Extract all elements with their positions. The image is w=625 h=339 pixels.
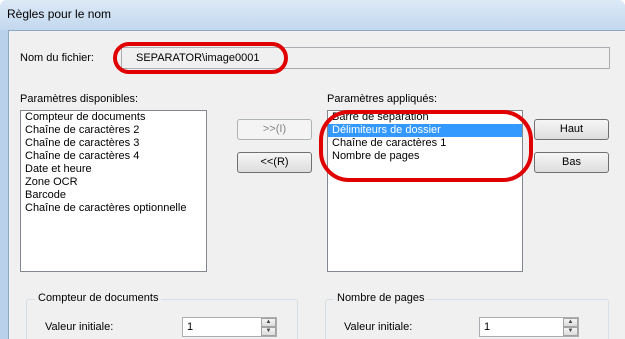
window-title: Règles pour le nom: [7, 7, 112, 21]
spin-down-icon[interactable]: ▼: [563, 327, 578, 336]
available-list-item[interactable]: Zone OCR: [21, 176, 206, 189]
move-down-button[interactable]: Bas: [534, 152, 609, 173]
title-bar[interactable]: Règles pour le nom: [0, 0, 625, 30]
page-count-spinner: ▲ ▼: [563, 318, 578, 336]
doc-counter-initial-value: 1: [187, 321, 194, 333]
available-list-item[interactable]: Compteur de documents: [21, 111, 206, 124]
available-list-item[interactable]: Chaîne de caractères optionnelle: [21, 202, 206, 215]
filename-value: SEPARATOR\image0001: [136, 52, 260, 64]
page-count-group-title: Nombre de pages: [334, 292, 428, 304]
add-param-button[interactable]: >>(I): [237, 119, 312, 140]
spin-down-icon[interactable]: ▼: [261, 327, 276, 336]
applied-list-item[interactable]: Barre de séparation: [328, 111, 522, 124]
dialog-window: Règles pour le nom Nom du fichier: SEPAR…: [0, 0, 625, 339]
doc-counter-group: Compteur de documents Valeur initiale: 1…: [26, 292, 298, 339]
applied-list-item[interactable]: Délimiteurs de dossier: [328, 124, 522, 137]
available-list-item[interactable]: Chaîne de caractères 2: [21, 124, 206, 137]
applied-params-label: Paramètres appliqués:: [327, 93, 438, 105]
page-count-initial-value: 1: [484, 321, 491, 333]
doc-counter-group-title: Compteur de documents: [35, 292, 162, 304]
available-list-item[interactable]: Date et heure: [21, 163, 206, 176]
spin-up-icon[interactable]: ▲: [563, 318, 578, 327]
available-list-item[interactable]: Barcode: [21, 189, 206, 202]
page-count-initial-input[interactable]: 1 ▲ ▼: [479, 317, 579, 337]
available-params-list[interactable]: Compteur de documents Chaîne de caractère…: [20, 110, 207, 272]
applied-list-item[interactable]: Nombre de pages: [328, 150, 522, 163]
applied-list-item[interactable]: Chaîne de caractères 1: [328, 137, 522, 150]
spin-up-icon[interactable]: ▲: [261, 318, 276, 327]
doc-counter-initial-input[interactable]: 1 ▲ ▼: [182, 317, 277, 337]
filename-label: Nom du fichier:: [20, 52, 94, 64]
doc-counter-initial-label: Valeur initiale:: [45, 321, 114, 333]
filename-field: SEPARATOR\image0001: [121, 47, 610, 69]
dialog-body: Nom du fichier: SEPARATOR\image0001 Para…: [8, 30, 625, 339]
applied-params-list[interactable]: Barre de séparation Délimiteurs de dossie…: [327, 110, 523, 272]
available-list-item[interactable]: Chaîne de caractères 3: [21, 137, 206, 150]
page-count-group: Nombre de pages Valeur initiale: 1 ▲ ▼: [325, 292, 609, 339]
remove-param-button[interactable]: <<(R): [237, 152, 312, 173]
move-up-button[interactable]: Haut: [534, 119, 609, 140]
available-params-label: Paramètres disponibles:: [20, 93, 139, 105]
available-list-item[interactable]: Chaîne de caractères 4: [21, 150, 206, 163]
page-count-initial-label: Valeur initiale:: [344, 321, 413, 333]
doc-counter-spinner: ▲ ▼: [261, 318, 276, 336]
